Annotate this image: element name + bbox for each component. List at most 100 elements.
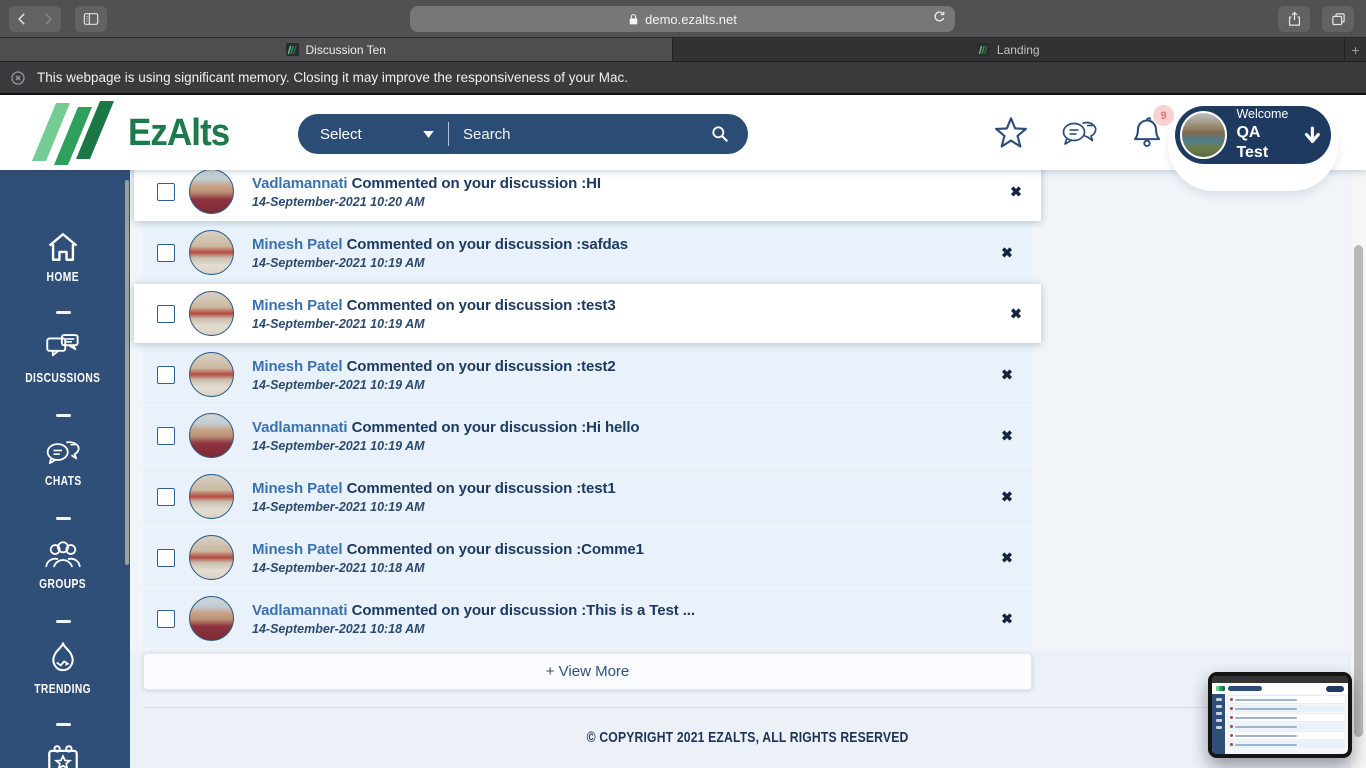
notification-row[interactable]: Vadlamannati Commented on your discussio… [134, 170, 1041, 221]
brand[interactable]: EzAlts [28, 99, 238, 167]
user-avatar [1180, 111, 1227, 159]
select-checkbox[interactable] [157, 549, 175, 567]
sidebar-item-groups[interactable]: GROUPS [0, 538, 126, 591]
sidebar-icon [83, 12, 99, 26]
notification-row[interactable]: Minesh Patel Commented on your discussio… [143, 345, 1032, 404]
timestamp: 14-September-2021 10:19 AM [252, 439, 640, 453]
avatar [189, 413, 234, 458]
tab-discussion-ten[interactable]: Discussion Ten [0, 38, 673, 61]
calendar-icon [46, 744, 80, 768]
screenshot-preview-thumbnail[interactable] [1208, 672, 1352, 758]
banner-text: This webpage is using significant memory… [37, 70, 628, 85]
thumbnail-logo [1216, 686, 1225, 691]
select-checkbox[interactable] [157, 488, 175, 506]
notifications-button[interactable]: 9 [1128, 113, 1166, 151]
thumbnail-site-header [1212, 683, 1348, 694]
notification-text: Commented on your discussion :Comme1 [347, 541, 644, 558]
chats-icon [45, 435, 81, 467]
select-checkbox[interactable] [157, 183, 175, 201]
notification-text: Commented on your discussion :safdas [347, 236, 628, 253]
select-checkbox[interactable] [157, 427, 175, 445]
dismiss-notification-button[interactable]: ✖ [996, 549, 1018, 566]
notification-row[interactable]: Minesh Patel Commented on your discussio… [134, 284, 1041, 343]
notification-row[interactable]: Vadlamannati Commented on your discussio… [143, 589, 1032, 648]
sidebar-divider [56, 723, 71, 726]
sidebar-divider [56, 414, 71, 417]
view-more-button[interactable]: + View More [143, 653, 1032, 690]
user-link[interactable]: Vadlamannati [252, 419, 348, 436]
copyright-text: © COPYRIGHT 2021 EZALTS, ALL RIGHTS RESE… [130, 730, 1366, 746]
forward-button[interactable] [35, 6, 61, 32]
search-category-dropdown[interactable]: Select [298, 126, 448, 143]
user-link[interactable]: Minesh Patel [252, 358, 343, 375]
new-tab-button[interactable]: + [1345, 38, 1366, 61]
favorites-button[interactable] [992, 113, 1030, 151]
notification-badge: 9 [1153, 105, 1174, 126]
page-scrollbar[interactable] [1354, 245, 1363, 737]
avatar [189, 474, 234, 519]
select-checkbox[interactable] [157, 305, 175, 323]
sidebar-scrollbar[interactable] [125, 180, 129, 565]
messages-button[interactable] [1060, 113, 1098, 151]
thumbnail-list [1225, 694, 1348, 754]
dismiss-notification-button[interactable]: ✖ [1005, 305, 1027, 322]
user-link[interactable]: Minesh Patel [252, 541, 343, 558]
sidebar-divider [56, 311, 71, 314]
select-checkbox[interactable] [157, 244, 175, 262]
notification-row[interactable]: Minesh Patel Commented on your discussio… [143, 223, 1032, 282]
banner-close-icon[interactable] [10, 70, 26, 86]
sidebar-item-home[interactable]: HOME [0, 231, 126, 284]
timestamp: 14-September-2021 10:19 AM [252, 500, 616, 514]
notification-row[interactable]: Minesh Patel Commented on your discussio… [143, 528, 1032, 587]
avatar [189, 352, 234, 397]
dismiss-notification-button[interactable]: ✖ [996, 244, 1018, 261]
user-link[interactable]: Vadlamannati [252, 175, 348, 192]
ezalts-logo-icon [28, 99, 116, 167]
select-checkbox[interactable] [157, 366, 175, 384]
sidebar-divider [56, 620, 71, 623]
refresh-button[interactable] [932, 10, 947, 25]
sidebar-item-trending[interactable]: TRENDING [0, 641, 126, 696]
sidebar-item-events[interactable] [0, 744, 126, 768]
tab-overview-button[interactable] [1322, 6, 1354, 32]
search-bar: Select [298, 114, 748, 154]
user-link[interactable]: Minesh Patel [252, 480, 343, 497]
sidebar-item-label: HOME [47, 270, 79, 284]
share-button[interactable] [1278, 6, 1310, 32]
dismiss-notification-button[interactable]: ✖ [1005, 183, 1027, 200]
search-icon[interactable] [710, 124, 730, 144]
user-link[interactable]: Vadlamannati [252, 602, 348, 619]
dismiss-notification-button[interactable]: ✖ [996, 366, 1018, 383]
user-link[interactable]: Minesh Patel [252, 236, 343, 253]
tab-label: Landing [997, 43, 1040, 57]
sidebar-item-discussions[interactable]: DISCUSSIONS [0, 332, 126, 385]
user-link[interactable]: Minesh Patel [252, 297, 343, 314]
sidebar-item-label: CHATS [45, 474, 82, 488]
notification-row[interactable]: Minesh Patel Commented on your discussio… [143, 467, 1032, 526]
notification-row[interactable]: Vadlamannati Commented on your discussio… [143, 406, 1032, 465]
user-name: QA Test [1236, 123, 1295, 163]
dismiss-notification-button[interactable]: ✖ [996, 488, 1018, 505]
back-button[interactable] [9, 6, 35, 32]
memory-warning-banner: This webpage is using significant memory… [0, 62, 1366, 95]
home-icon [46, 231, 80, 263]
timestamp: 14-September-2021 10:18 AM [252, 622, 695, 636]
url-text: demo.ezalts.net [645, 12, 737, 27]
chevron-down-icon [423, 131, 434, 138]
sidebar-item-chats[interactable]: CHATS [0, 435, 126, 488]
avatar [189, 170, 234, 214]
dismiss-notification-button[interactable]: ✖ [996, 427, 1018, 444]
avatar [189, 291, 234, 336]
tabs-icon [1331, 12, 1346, 27]
thumbnail-sidebar [1212, 694, 1225, 754]
sidebar-toggle-button[interactable] [75, 6, 107, 32]
address-bar[interactable]: demo.ezalts.net [410, 6, 955, 32]
search-input[interactable] [449, 126, 710, 143]
forward-chevron-icon [41, 12, 55, 26]
refresh-icon [932, 10, 947, 25]
tab-landing[interactable]: Landing [673, 38, 1346, 61]
dismiss-notification-button[interactable]: ✖ [996, 610, 1018, 627]
site-header: EzAlts Select [0, 95, 1366, 170]
profile-menu-button[interactable]: Welcome QA Test [1175, 106, 1331, 164]
select-checkbox[interactable] [157, 610, 175, 628]
